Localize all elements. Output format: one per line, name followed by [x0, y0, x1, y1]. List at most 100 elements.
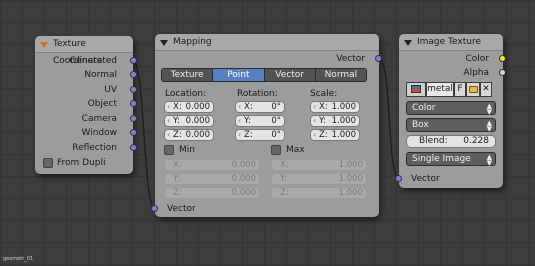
tab-texture[interactable]: Texture [162, 69, 214, 81]
socket-vector-in[interactable] [151, 205, 158, 212]
min-checkbox[interactable] [164, 145, 174, 155]
open-folder-button[interactable] [466, 82, 480, 97]
socket-alpha[interactable] [499, 69, 506, 76]
link-generated-to-vector [132, 60, 156, 210]
tab-vector[interactable]: Vector [264, 69, 316, 81]
location-y-field[interactable]: Y: 0.000 [164, 115, 214, 127]
axis-x-label: X: [319, 102, 328, 112]
input-label-vector: Vector [167, 204, 196, 214]
texture-coordinate-header[interactable]: Texture Coordinate [35, 36, 133, 66]
location-x-value: 0.000 [185, 102, 210, 112]
collapse-arrow-icon[interactable] [160, 40, 168, 46]
color-space-dropdown[interactable]: Color ▲ ▼ [406, 101, 496, 116]
rotation-x-field[interactable]: X: 0° [235, 101, 285, 113]
axis-x-label: X: [280, 160, 289, 170]
output-label-normal: Normal [84, 70, 117, 80]
min-label: Min [179, 145, 195, 155]
updown-arrows-icon: ▲ ▼ [486, 102, 492, 116]
axis-y-label: Y: [173, 116, 180, 126]
socket-reflection[interactable] [130, 144, 137, 151]
socket-generated[interactable] [130, 57, 137, 64]
socket-object[interactable] [130, 100, 137, 107]
rotation-z-field[interactable]: Z: 0° [235, 129, 285, 141]
axis-z-label: Z: [280, 188, 289, 198]
location-x-field[interactable]: X: 0.000 [164, 101, 214, 113]
image-thumbnail-icon [411, 85, 421, 93]
updown-arrows-icon: ▲ ▼ [486, 153, 492, 167]
rotation-x-value: 0° [271, 102, 281, 112]
extension-dropdown[interactable]: Single Image ▲ ▼ [406, 152, 496, 167]
scale-z-field[interactable]: Z: 1.000 [310, 129, 360, 141]
vector-type-tabs: Texture Point Vector Normal [161, 68, 367, 82]
image-texture-node[interactable]: Image Texture Color Alpha metal F ✕ Colo… [395, 34, 506, 188]
max-z-field: Z: 1.000 [271, 187, 367, 199]
collapse-arrow-icon[interactable] [40, 42, 48, 48]
axis-x-label: X: [173, 102, 182, 112]
tab-point[interactable]: Point [213, 69, 265, 81]
scale-y-field[interactable]: Y: 1.000 [310, 115, 360, 127]
max-checkbox[interactable] [271, 145, 281, 155]
image-name-field[interactable]: metal [426, 82, 454, 97]
output-label-window: Window [81, 128, 118, 138]
output-label-object: Object [87, 99, 117, 109]
texture-coordinate-node[interactable]: Texture Coordinate Generated Normal UV O… [35, 36, 137, 174]
location-z-value: 0.000 [185, 130, 210, 140]
max-x-value: 1.000 [338, 160, 363, 170]
mapping-header[interactable]: Mapping [155, 34, 379, 51]
axis-z-label: Z: [173, 188, 182, 198]
link-vector-to-vector [378, 58, 400, 180]
axis-z-label: Z: [319, 130, 328, 140]
axis-y-label: Y: [244, 116, 251, 126]
min-y-value: 0.000 [231, 174, 256, 184]
scale-x-field[interactable]: X: 1.000 [310, 101, 360, 113]
location-z-field[interactable]: Z: 0.000 [164, 129, 214, 141]
tab-normal[interactable]: Normal [315, 69, 366, 81]
socket-normal[interactable] [130, 71, 137, 78]
close-icon: ✕ [482, 84, 490, 94]
min-z-value: 0.000 [231, 188, 256, 198]
image-browse-button[interactable] [406, 82, 426, 97]
unlink-image-button[interactable]: ✕ [480, 82, 492, 97]
node-title: Mapping [173, 37, 212, 47]
output-label-generated: Generated [69, 56, 117, 66]
min-y-field: Y: 0.000 [164, 173, 260, 185]
socket-vector-out[interactable] [375, 55, 382, 62]
axis-y-label: Y: [173, 174, 180, 184]
socket-window[interactable] [130, 129, 137, 136]
rotation-y-field[interactable]: Y: 0° [235, 115, 285, 127]
axis-x-label: X: [173, 160, 182, 170]
node-title: Image Texture [417, 37, 481, 47]
scale-label: Scale: [310, 89, 338, 99]
output-label-uv: UV [104, 85, 117, 95]
max-y-value: 1.000 [338, 174, 363, 184]
updown-arrows-icon: ▲ ▼ [486, 119, 492, 133]
socket-uv[interactable] [130, 86, 137, 93]
socket-color[interactable] [499, 55, 506, 62]
color-space-value: Color [412, 103, 436, 113]
output-label-vector: Vector [336, 54, 365, 64]
output-label-reflection: Reflection [72, 143, 117, 153]
socket-vector-in[interactable] [395, 175, 402, 182]
collapse-arrow-icon[interactable] [404, 40, 412, 46]
from-dupli-checkbox[interactable] [43, 158, 53, 168]
min-x-value: 0.000 [231, 160, 256, 170]
blend-label: Blend: [419, 136, 448, 146]
mapping-node[interactable]: Mapping Vector Texture Point Vector Norm… [151, 34, 382, 217]
rotation-label: Rotation: [237, 89, 278, 99]
footer-label: geometr_01 [3, 256, 34, 262]
projection-value: Box [412, 120, 429, 130]
max-x-field: X: 1.000 [271, 159, 367, 171]
blend-field[interactable]: Blend: 0.228 [406, 135, 496, 148]
max-y-field: Y: 1.000 [271, 173, 367, 185]
scale-z-value: 1.000 [331, 130, 356, 140]
min-z-field: Z: 0.000 [164, 187, 260, 199]
axis-x-label: X: [244, 102, 253, 112]
extension-value: Single Image [412, 154, 471, 164]
location-y-value: 0.000 [185, 116, 210, 126]
max-label: Max [286, 145, 305, 155]
fake-user-button[interactable]: F [454, 82, 466, 97]
socket-camera[interactable] [130, 115, 137, 122]
projection-dropdown[interactable]: Box ▲ ▼ [406, 118, 496, 133]
scale-x-value: 1.000 [331, 102, 356, 112]
image-texture-header[interactable]: Image Texture [399, 34, 503, 51]
